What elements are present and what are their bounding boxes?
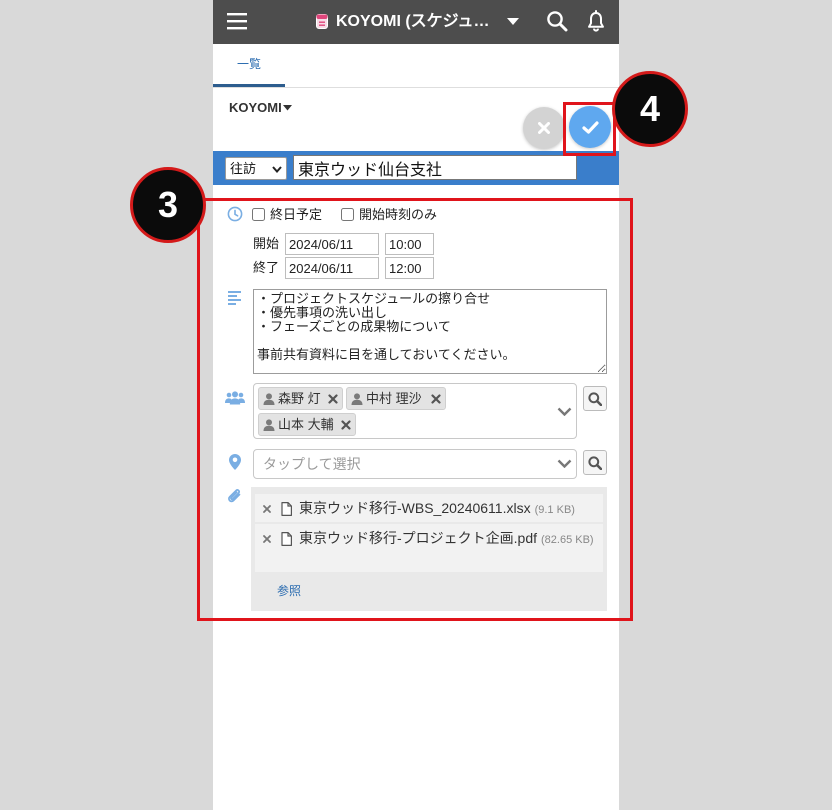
annotation-box-3 xyxy=(197,198,633,621)
bell-icon[interactable] xyxy=(586,10,606,32)
koyomi-app-icon xyxy=(316,14,328,29)
tab-list[interactable]: 一覧 xyxy=(213,44,285,84)
app-header: KOYOMI (スケジュ… xyxy=(213,0,619,44)
tab-list-label: 一覧 xyxy=(237,57,262,71)
search-icon[interactable] xyxy=(546,10,568,32)
caret-down-icon xyxy=(282,105,292,111)
tab-divider xyxy=(213,87,619,88)
app-title-dropdown[interactable]: KOYOMI (スケジュ… xyxy=(336,11,490,33)
annotation-badge-3: 3 xyxy=(130,167,206,243)
app-selector-dropdown[interactable]: KOYOMI xyxy=(229,100,292,116)
close-icon xyxy=(538,122,550,134)
event-title-input[interactable] xyxy=(293,155,577,180)
chevron-down-icon xyxy=(272,166,282,173)
cancel-button[interactable] xyxy=(523,107,565,149)
annotation-box-4 xyxy=(563,102,616,156)
annotation-badge-4: 4 xyxy=(612,71,688,147)
caret-down-icon[interactable] xyxy=(507,18,519,26)
app-selector-label: KOYOMI xyxy=(229,100,282,115)
hamburger-icon[interactable] xyxy=(226,11,248,31)
visit-type-select[interactable]: 往訪 xyxy=(225,157,287,180)
visit-type-value: 往訪 xyxy=(230,161,257,176)
